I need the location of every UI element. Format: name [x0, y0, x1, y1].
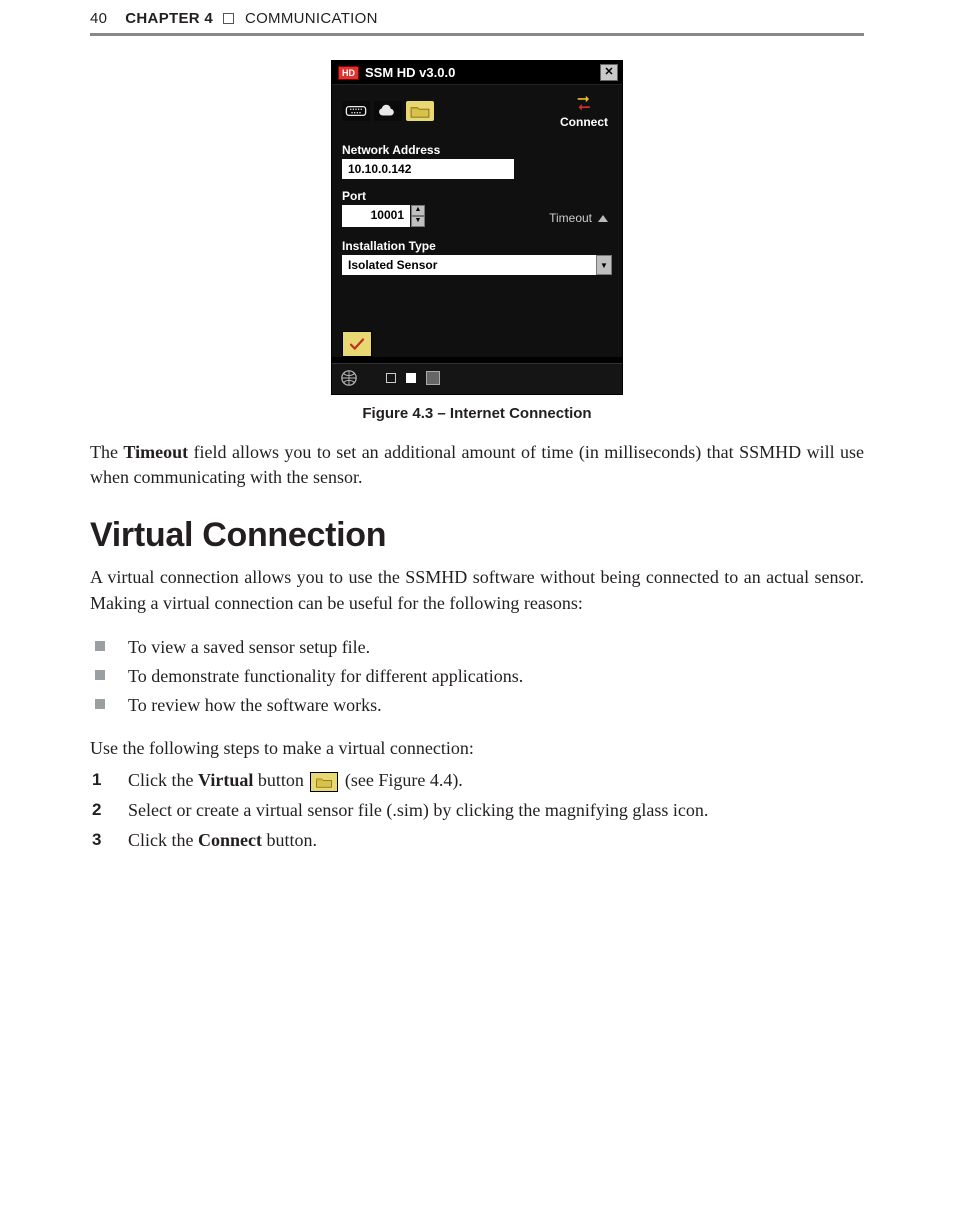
internet-mode-button[interactable] — [374, 101, 402, 121]
apply-button[interactable] — [342, 331, 372, 357]
connection-mode-toolbar — [342, 101, 434, 121]
list-item: Select or create a virtual sensor file (… — [90, 797, 864, 825]
network-address-label: Network Address — [342, 143, 612, 157]
hd-badge-icon: HD — [338, 66, 359, 80]
text-fragment: field allows you to set an additional am… — [90, 442, 864, 487]
page-number: 40 — [90, 10, 107, 27]
folder-icon — [409, 103, 431, 119]
steps-list: Click the Virtual button (see Figure 4.4… — [90, 767, 864, 855]
dialog-statusbar — [332, 363, 622, 394]
timeout-term: Timeout — [123, 442, 188, 462]
status-indicator-3-icon — [426, 371, 440, 385]
paragraph-vc-intro: A virtual connection allows you to use t… — [90, 565, 864, 615]
paragraph-timeout: The Timeout field allows you to set an a… — [90, 440, 864, 490]
serial-icon — [345, 104, 367, 118]
timeout-label: Timeout — [549, 211, 592, 225]
spinner-down-icon[interactable]: ▼ — [411, 216, 425, 227]
virtual-button-inline-icon — [310, 772, 338, 792]
installation-type-label: Installation Type — [342, 239, 612, 253]
dropdown-arrow-icon[interactable]: ▼ — [596, 255, 612, 275]
text-fragment: button — [253, 770, 308, 790]
list-item: To view a saved sensor setup file. — [90, 634, 864, 660]
port-input[interactable]: 10001 — [342, 205, 410, 227]
port-label: Port — [342, 189, 425, 203]
list-item: To demonstrate functionality for differe… — [90, 663, 864, 689]
dialog-titlebar: HD SSM HD v3.0.0 ✕ — [332, 61, 622, 85]
text-fragment: Click the — [128, 770, 198, 790]
virtual-mode-button[interactable] — [406, 101, 434, 121]
running-header: 40 CHAPTER 4 COMMUNICATION — [90, 10, 864, 33]
figure-4-3: HD SSM HD v3.0.0 ✕ — [90, 60, 864, 422]
list-item: Click the Connect button. — [90, 827, 864, 855]
folder-icon — [315, 775, 333, 789]
section-heading-virtual-connection: Virtual Connection — [90, 516, 864, 555]
chapter-separator-icon — [223, 13, 234, 24]
spinner-up-icon[interactable]: ▲ — [411, 205, 425, 216]
connect-term: Connect — [198, 830, 262, 850]
text-fragment: Click the — [128, 830, 198, 850]
installation-type-value: Isolated Sensor — [342, 255, 596, 275]
text-fragment: The — [90, 442, 123, 462]
list-item: To review how the software works. — [90, 692, 864, 718]
list-item: Click the Virtual button (see Figure 4.4… — [90, 767, 864, 795]
status-indicator-1-icon — [386, 373, 396, 383]
figure-caption: Figure 4.3 – Internet Connection — [362, 405, 591, 422]
connect-arrows-icon — [573, 95, 595, 113]
reasons-list: To view a saved sensor setup file. To de… — [90, 634, 864, 718]
serial-mode-button[interactable] — [342, 101, 370, 121]
chapter-line: CHAPTER 4 COMMUNICATION — [125, 10, 377, 27]
globe-icon — [340, 369, 358, 387]
chapter-title: COMMUNICATION — [245, 10, 378, 27]
virtual-term: Virtual — [198, 770, 253, 790]
text-fragment: (see Figure 4.4). — [340, 770, 462, 790]
text-fragment: button. — [262, 830, 317, 850]
paragraph-steps-intro: Use the following steps to make a virtua… — [90, 736, 864, 761]
check-icon — [348, 335, 366, 353]
connect-label: Connect — [560, 115, 608, 129]
triangle-up-icon — [598, 215, 608, 222]
close-button[interactable]: ✕ — [600, 64, 618, 81]
ssm-dialog: HD SSM HD v3.0.0 ✕ — [331, 60, 623, 395]
dialog-title: SSM HD v3.0.0 — [365, 65, 455, 80]
timeout-toggle[interactable]: Timeout — [549, 211, 608, 225]
connect-button[interactable]: Connect — [560, 95, 608, 129]
port-spinner[interactable]: ▲ ▼ — [411, 205, 425, 227]
network-address-input[interactable]: 10.10.0.142 — [342, 159, 514, 179]
installation-type-select[interactable]: Isolated Sensor ▼ — [342, 255, 612, 275]
cloud-icon — [377, 103, 399, 119]
header-rule — [90, 33, 864, 36]
chapter-label: CHAPTER 4 — [125, 10, 213, 27]
status-indicator-2-icon — [406, 373, 416, 383]
